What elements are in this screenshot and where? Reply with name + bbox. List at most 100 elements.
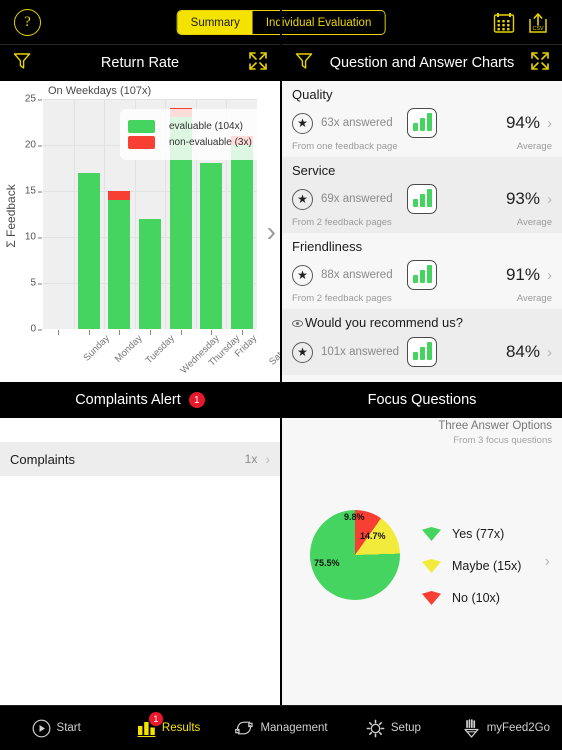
- star-icon: ★: [292, 341, 313, 363]
- right-panel-title: Question and Answer Charts: [329, 55, 515, 71]
- bar-segment-evaluable: [230, 145, 253, 329]
- tab-label: myFeed2Go: [486, 722, 550, 734]
- bar-chart-icon[interactable]: [407, 108, 437, 138]
- pie-swatch-maybe: [422, 559, 441, 573]
- pie-legend: Yes (77x) Maybe (15x) No (10x): [422, 518, 521, 614]
- pie-swatch-yes: [422, 527, 441, 541]
- app-root: ? Summary Individual Evaluation CSV Retu…: [0, 0, 562, 750]
- tab-setup[interactable]: Setup: [337, 719, 449, 738]
- gridline: [104, 99, 106, 329]
- legend-swatch-non-evaluable: [128, 136, 155, 149]
- hand-heart-icon: [462, 718, 481, 738]
- legend-item: evaluable (104x): [128, 120, 252, 133]
- star-icon: ★: [292, 188, 313, 210]
- question-answer-count: 63x answered: [321, 117, 393, 129]
- tab-management[interactable]: Management: [225, 719, 337, 737]
- return-rate-chart-panel[interactable]: On Weekdays (107x) Σ Feedback 0 5 10 15 20 25…: [0, 81, 280, 382]
- chart-bar: [77, 172, 100, 329]
- bottom-tab-bar[interactable]: Start 1 Results Management Setup myFeed2Go: [0, 705, 562, 750]
- question-row: ★ 88x answered 91% ›: [292, 257, 552, 293]
- tab-label: Management: [260, 722, 328, 734]
- tab-start[interactable]: Start: [0, 719, 112, 738]
- icon-bar-2: [419, 118, 425, 131]
- question-percent: 93% ›: [505, 189, 552, 208]
- list-item[interactable]: Complaints 1x ›: [0, 442, 280, 476]
- panel-divider: [280, 0, 282, 705]
- legend-item: Yes (77x): [422, 518, 521, 550]
- focus-chevron-right-icon[interactable]: ›: [545, 553, 550, 571]
- question-name-text: Quality: [292, 87, 333, 102]
- bar-chart-icon[interactable]: [407, 260, 437, 290]
- focus-questions-panel[interactable]: Three Answer Options From 3 focus questi…: [282, 418, 562, 705]
- refresh-icon: [234, 719, 254, 737]
- x-axis-mark: [241, 330, 243, 335]
- focus-pie-chart: [310, 510, 400, 600]
- chevron-right-icon[interactable]: ›: [265, 451, 270, 467]
- complaint-label: Complaints: [10, 451, 76, 467]
- tab-label: Setup: [390, 722, 421, 734]
- icon-bar-1: [412, 199, 418, 207]
- left-panel-title: Return Rate: [100, 55, 180, 71]
- focus-title: Three Answer Options: [438, 420, 552, 432]
- chevron-right-icon[interactable]: ›: [547, 267, 552, 284]
- tab-myfeed2go[interactable]: myFeed2Go: [450, 718, 562, 738]
- question-footer: From one feedback page Average: [292, 141, 552, 152]
- gridline: [43, 191, 257, 192]
- question-card[interactable]: Service ★ 69x answered 93% › From 2 feedback …: [282, 157, 562, 233]
- bar-chart-icon: 1: [137, 712, 163, 737]
- tab-summary[interactable]: Summary: [177, 11, 253, 34]
- expand-icon[interactable]: [530, 51, 550, 76]
- csv-export-icon[interactable]: CSV: [527, 12, 549, 39]
- x-axis-mark: [180, 330, 182, 335]
- chart-title: On Weekdays (107x): [48, 85, 152, 97]
- question-row: ★ 69x answered 93% ›: [292, 181, 552, 217]
- help-button[interactable]: ?: [14, 9, 41, 36]
- x-axis-mark: [211, 330, 213, 335]
- star-icon: ★: [292, 112, 313, 134]
- y-axis-tick: 5: [30, 277, 42, 289]
- icon-bar-2: [419, 270, 425, 283]
- calendar-icon[interactable]: [493, 12, 515, 39]
- question-name: Quality: [292, 87, 552, 102]
- pie-legend-yes: Yes (77x): [452, 527, 505, 541]
- chart-legend: evaluable (104x) non-evaluable (3x): [120, 109, 262, 160]
- icon-bar-3: [426, 342, 432, 360]
- tab-label: Results: [161, 722, 201, 734]
- chevron-right-icon[interactable]: ›: [547, 191, 552, 208]
- question-card[interactable]: Would you recommend us? ★ 101x answered 84%…: [282, 309, 562, 375]
- tab-individual-evaluation[interactable]: Individual Evaluation: [252, 11, 385, 34]
- question-percent: 91% ›: [505, 265, 552, 284]
- question-card[interactable]: Friendliness ★ 88x answered 91% › From 2 feed…: [282, 233, 562, 309]
- funnel-icon[interactable]: [294, 51, 314, 76]
- icon-bar-1: [412, 275, 418, 283]
- question-answer-list[interactable]: Quality ★ 63x answered 94% › From one feedbac…: [282, 81, 562, 382]
- expand-icon[interactable]: [248, 51, 268, 76]
- question-row: ★ 63x answered 94% ›: [292, 105, 552, 141]
- x-axis-mark: [88, 330, 90, 335]
- bar-chart-icon[interactable]: [407, 337, 437, 367]
- complaints-alert-label: Complaints Alert: [75, 391, 181, 408]
- chevron-right-icon[interactable]: ›: [547, 115, 552, 132]
- question-name: Service: [292, 163, 552, 178]
- y-axis-tick: 10: [24, 231, 43, 243]
- tab-results[interactable]: 1 Results: [112, 712, 224, 737]
- question-footer: From 2 feedback pages Average: [292, 217, 552, 228]
- bar-segment-evaluable: [200, 163, 223, 329]
- complaints-badge: 1: [188, 392, 205, 409]
- tab-badge: 1: [148, 712, 163, 726]
- question-card[interactable]: Quality ★ 63x answered 94% › From one feedbac…: [282, 81, 562, 157]
- question-answer-count: 101x answered: [321, 346, 399, 358]
- complaints-alert-header: Complaints Alert 1: [0, 382, 280, 418]
- chevron-right-icon[interactable]: ›: [547, 344, 552, 361]
- next-chart-chevron[interactable]: ›: [267, 216, 276, 248]
- bar-chart-icon[interactable]: [407, 184, 437, 214]
- question-source: From 2 feedback pages: [292, 293, 392, 304]
- question-row: ★ 101x answered 84% ›: [292, 334, 552, 370]
- question-answer-count: 69x answered: [321, 193, 393, 205]
- y-axis-tick: 20: [24, 139, 43, 151]
- question-name-text: Service: [292, 163, 336, 178]
- x-axis-tick: Tuesday: [143, 333, 178, 367]
- bar-segment-evaluable: [108, 200, 131, 329]
- funnel-icon[interactable]: [12, 51, 32, 76]
- question-percent: 84% ›: [505, 342, 552, 361]
